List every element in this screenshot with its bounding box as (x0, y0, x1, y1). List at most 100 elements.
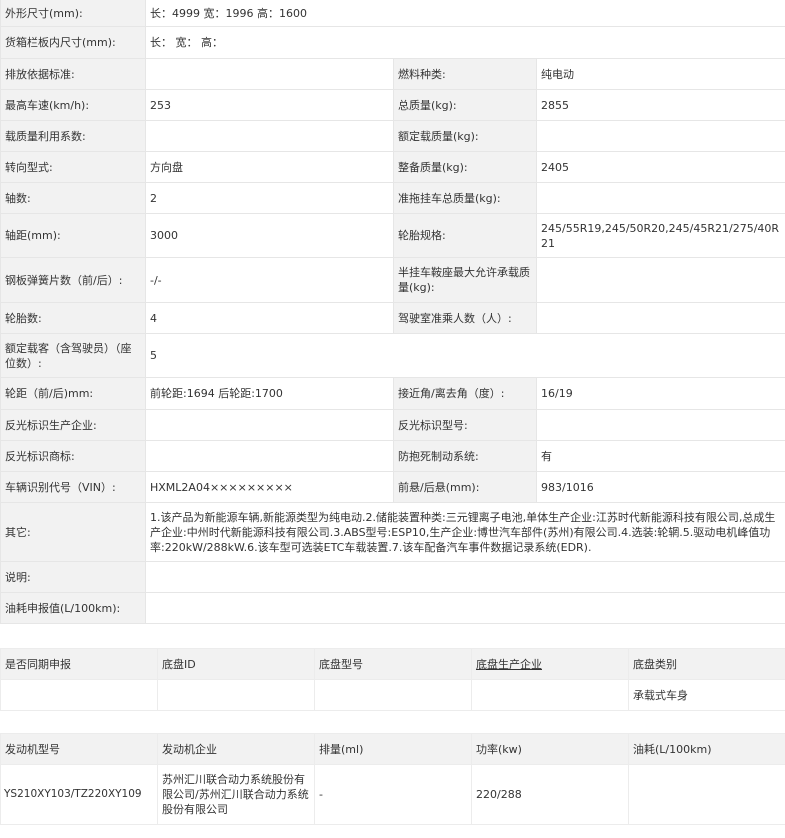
spec-value (145, 561, 785, 593)
chassis-header-cell: 是否同期申报 (0, 648, 158, 680)
spec-label: 防抱死制动系统: (393, 440, 537, 472)
spec-value: 5 (145, 333, 785, 378)
spec-value: 245/55R19,245/50R20,245/45R21/275/40R21 (536, 213, 785, 258)
spec-value (536, 409, 785, 441)
spec-value-other: 1.该产品为新能源车辆,新能源类型为纯电动.2.储能装置种类:三元锂离子电池,单… (145, 502, 785, 562)
chassis-maker-link[interactable]: 底盘生产企业 (476, 658, 542, 671)
chassis-cell: 承载式车身 (628, 679, 785, 711)
spec-label: 货箱栏板内尺寸(mm): (0, 26, 146, 59)
spec-value: 3000 (145, 213, 394, 258)
spec-row: 钢板弹簧片数（前/后）: -/- 半挂车鞍座最大允许承载质量(kg): (0, 257, 785, 303)
spec-row-fuel: 油耗申报值(L/100km): (0, 592, 785, 624)
spec-label: 轮胎规格: (393, 213, 537, 258)
spec-value (145, 120, 394, 152)
spec-row: 轮胎数: 4 驾驶室准乘人数（人）: (0, 302, 785, 334)
spec-label: 准拖挂车总质量(kg): (393, 182, 537, 214)
spec-label: 外形尺寸(mm): (0, 0, 146, 27)
spec-label: 整备质量(kg): (393, 151, 537, 183)
spec-value (145, 409, 394, 441)
engine-header-row: 发动机型号 发动机企业 排量(ml) 功率(kw) 油耗(L/100km) (0, 733, 785, 765)
spec-value: 2405 (536, 151, 785, 183)
spec-label: 额定载质量(kg): (393, 120, 537, 152)
spec-row-note: 说明: (0, 561, 785, 593)
chassis-header-cell: 底盘型号 (314, 648, 472, 680)
spec-row-dimensions: 外形尺寸(mm): 长：4999 宽：1996 高：1600 (0, 0, 785, 27)
spec-label: 油耗申报值(L/100km): (0, 592, 146, 624)
spec-value: HXML2A04××××××××× (145, 471, 394, 503)
spec-row: 最高车速(km/h): 253 总质量(kg): 2855 (0, 89, 785, 121)
spec-label: 总质量(kg): (393, 89, 537, 121)
spec-label: 车辆识别代号（VIN）: (0, 471, 146, 503)
spec-value: 253 (145, 89, 394, 121)
spec-row: 车辆识别代号（VIN）: HXML2A04××××××××× 前悬/后悬(mm)… (0, 471, 785, 503)
spec-value: 长： 宽： 高： (145, 26, 785, 59)
engine-header-cell: 发动机型号 (0, 733, 158, 765)
chassis-cell (157, 679, 315, 711)
chassis-cell (471, 679, 629, 711)
spec-value: 4 (145, 302, 394, 334)
spec-value: 前轮距:1694 后轮距:1700 (145, 377, 394, 410)
spec-label: 反光标识生产企业: (0, 409, 146, 441)
chassis-header-row: 是否同期申报 底盘ID 底盘型号 底盘生产企业 底盘类别 (0, 648, 785, 680)
engine-data-row: YS210XY103/TZ220XY109 苏州汇川联合动力系统股份有限公司/苏… (0, 764, 785, 825)
spec-value: 方向盘 (145, 151, 394, 183)
spec-row-other: 其它: 1.该产品为新能源车辆,新能源类型为纯电动.2.储能装置种类:三元锂离子… (0, 502, 785, 562)
engine-table: 发动机型号 发动机企业 排量(ml) 功率(kw) 油耗(L/100km) YS… (0, 733, 785, 825)
spec-label: 接近角/离去角（度）: (393, 377, 537, 410)
spec-value: 纯电动 (536, 58, 785, 90)
spec-label: 轴距(mm): (0, 213, 146, 258)
spec-label: 载质量利用系数: (0, 120, 146, 152)
engine-header-cell: 功率(kw) (471, 733, 629, 765)
chassis-header-cell: 底盘ID (157, 648, 315, 680)
spec-label: 驾驶室准乘人数（人）: (393, 302, 537, 334)
spec-row: 轴距(mm): 3000 轮胎规格: 245/55R19,245/50R20,2… (0, 213, 785, 258)
chassis-cell (314, 679, 472, 711)
chassis-header-cell: 底盘类别 (628, 648, 785, 680)
spec-row: 轮距（前/后)mm: 前轮距:1694 后轮距:1700 接近角/离去角（度）:… (0, 377, 785, 410)
spec-row-cargo-box: 货箱栏板内尺寸(mm): 长： 宽： 高： (0, 26, 785, 59)
spec-label: 燃料种类: (393, 58, 537, 90)
spec-value: 2 (145, 182, 394, 214)
spec-row: 反光标识生产企业: 反光标识型号: (0, 409, 785, 441)
spec-value (145, 440, 394, 472)
spec-value: 16/19 (536, 377, 785, 410)
spec-label: 排放依据标准: (0, 58, 146, 90)
spec-value (145, 592, 785, 624)
spec-value (536, 120, 785, 152)
engine-cell: 苏州汇川联合动力系统股份有限公司/苏州汇川联合动力系统股份有限公司 (157, 764, 315, 825)
spec-value (536, 182, 785, 214)
chassis-cell (0, 679, 158, 711)
engine-header-cell: 油耗(L/100km) (628, 733, 785, 765)
spec-value: 长：4999 宽：1996 高：1600 (145, 0, 785, 27)
spec-label: 其它: (0, 502, 146, 562)
spec-value: -/- (145, 257, 394, 303)
spec-label: 钢板弹簧片数（前/后）: (0, 257, 146, 303)
spec-label: 最高车速(km/h): (0, 89, 146, 121)
spec-value (145, 58, 394, 90)
spec-row: 轴数: 2 准拖挂车总质量(kg): (0, 182, 785, 214)
spec-row: 转向型式: 方向盘 整备质量(kg): 2405 (0, 151, 785, 183)
spec-row: 载质量利用系数: 额定载质量(kg): (0, 120, 785, 152)
spec-row: 反光标识商标: 防抱死制动系统: 有 (0, 440, 785, 472)
spec-label: 轮距（前/后)mm: (0, 377, 146, 410)
engine-header-cell: 发动机企业 (157, 733, 315, 765)
spec-value (536, 257, 785, 303)
spec-label: 轮胎数: (0, 302, 146, 334)
spec-label: 反光标识商标: (0, 440, 146, 472)
spec-label: 额定载客（含驾驶员）（座位数）: (0, 333, 146, 378)
chassis-table: 是否同期申报 底盘ID 底盘型号 底盘生产企业 底盘类别 承载式车身 (0, 648, 785, 711)
spec-label: 前悬/后悬(mm): (393, 471, 537, 503)
vehicle-spec-table: 外形尺寸(mm): 长：4999 宽：1996 高：1600 货箱栏板内尺寸(m… (0, 0, 785, 624)
spec-row-seats: 额定载客（含驾驶员）（座位数）: 5 (0, 333, 785, 378)
engine-cell: 220/288 (471, 764, 629, 825)
spec-row: 排放依据标准: 燃料种类: 纯电动 (0, 58, 785, 90)
spec-label: 转向型式: (0, 151, 146, 183)
spec-label: 说明: (0, 561, 146, 593)
spec-label: 轴数: (0, 182, 146, 214)
chassis-header-cell[interactable]: 底盘生产企业 (471, 648, 629, 680)
engine-cell: YS210XY103/TZ220XY109 (0, 764, 158, 825)
spec-label: 半挂车鞍座最大允许承载质量(kg): (393, 257, 537, 303)
spec-value: 983/1016 (536, 471, 785, 503)
chassis-data-row: 承载式车身 (0, 679, 785, 711)
spec-label: 反光标识型号: (393, 409, 537, 441)
